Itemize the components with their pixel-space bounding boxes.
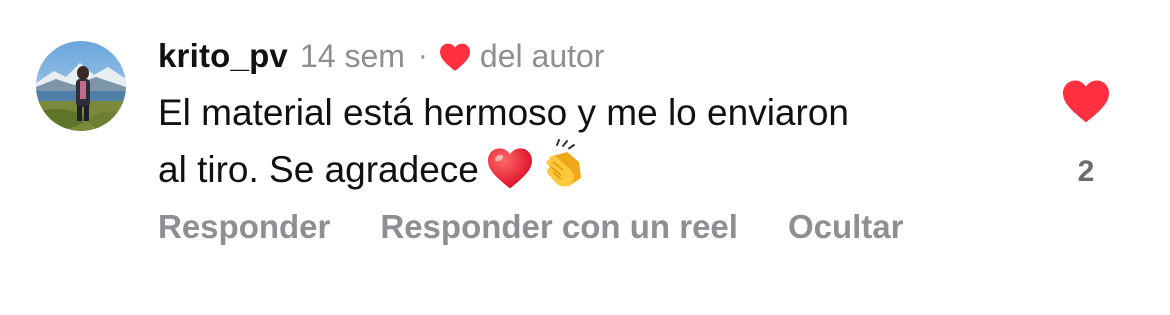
comment-text-line2: al tiro. Se agradece [158, 149, 479, 190]
author-heart-icon [438, 42, 472, 72]
comment-actions: Responder Responder con un reel Ocultar [158, 208, 954, 246]
liked-by-author-label: del autor [479, 37, 605, 74]
comment: krito_pv 14 sem · del autor El material … [0, 0, 1170, 315]
hide-button[interactable]: Ocultar [788, 208, 904, 246]
reply-with-reel-button[interactable]: Responder con un reel [380, 208, 738, 246]
comment-text: El material está hermoso y me lo enviaro… [158, 88, 1038, 203]
like-count: 2 [1077, 155, 1095, 188]
avatar-image [36, 41, 126, 131]
separator-dot: · [417, 39, 428, 72]
clapping-hands-emoji-icon [541, 138, 593, 203]
avatar[interactable] [36, 41, 126, 131]
timestamp: 14 sem [299, 37, 405, 74]
comment-header: krito_pv 14 sem · del autor [158, 34, 604, 78]
username[interactable]: krito_pv [158, 37, 288, 75]
reply-button[interactable]: Responder [158, 208, 330, 246]
heart-filled-icon [1063, 80, 1109, 123]
red-heart-emoji-icon [485, 146, 535, 203]
like-button[interactable] [1060, 78, 1112, 124]
comment-text-line1: El material está hermoso y me lo enviaro… [158, 92, 849, 133]
